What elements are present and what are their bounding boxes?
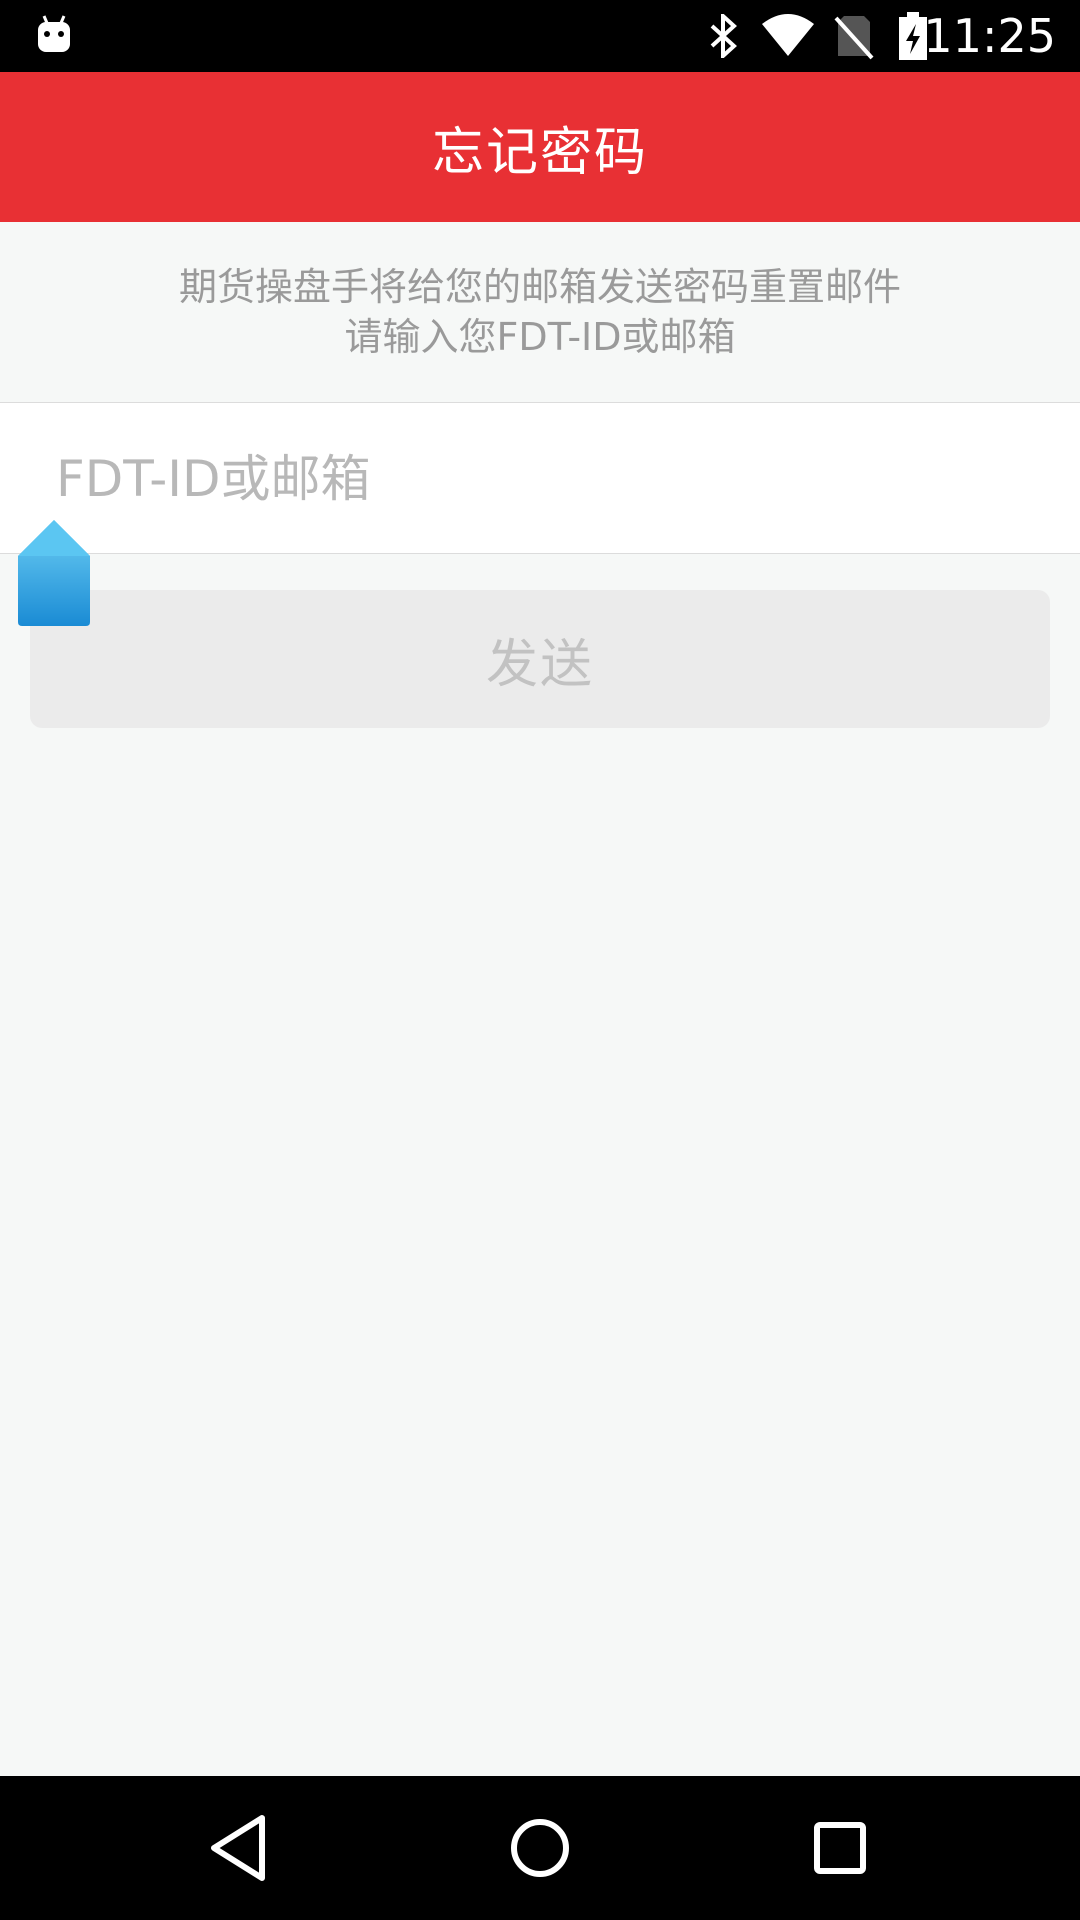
wifi-icon bbox=[760, 12, 816, 62]
page-title: 忘记密码 bbox=[431, 122, 648, 183]
id-input-row bbox=[0, 403, 1080, 554]
text-cursor-handle[interactable] bbox=[16, 518, 92, 628]
bluetooth-icon bbox=[708, 11, 740, 62]
app-bar: 忘记密码 bbox=[0, 72, 1080, 222]
send-button[interactable]: 发送 bbox=[30, 590, 1050, 728]
navigation-bar bbox=[0, 1776, 1080, 1920]
android-robot-icon bbox=[36, 14, 72, 58]
status-time: 11:25 bbox=[923, 9, 1056, 63]
instruction-line-2: 请输入您FDT-ID或邮箱 bbox=[344, 315, 736, 359]
recents-icon[interactable] bbox=[800, 1808, 880, 1888]
back-icon[interactable] bbox=[200, 1808, 280, 1888]
instruction-line-1: 期货操盘手将给您的邮箱发送密码重置邮件 bbox=[178, 265, 901, 309]
instruction-text: 期货操盘手将给您的邮箱发送密码重置邮件 请输入您FDT-ID或邮箱 bbox=[0, 222, 1080, 403]
id-email-input[interactable] bbox=[54, 433, 1038, 525]
no-sim-icon bbox=[834, 12, 874, 64]
status-bar: 11:25 bbox=[0, 0, 1080, 72]
home-icon[interactable] bbox=[500, 1808, 580, 1888]
